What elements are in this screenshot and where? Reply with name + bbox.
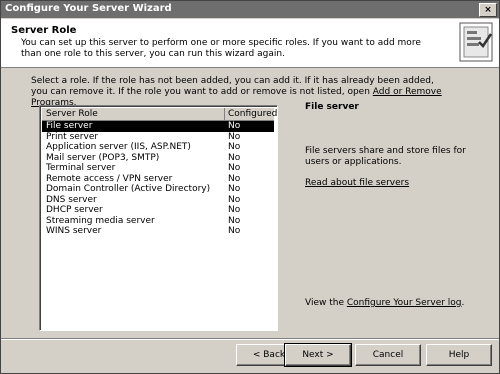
list-item[interactable]: DNS server No — [42, 195, 274, 206]
title-bar: Configure Your Server Wizard × — [1, 1, 499, 18]
role-configured-status: No — [228, 173, 241, 184]
close-icon: × — [484, 5, 492, 15]
role-configured-status: No — [228, 215, 241, 226]
list-item[interactable]: File server No — [42, 121, 274, 132]
list-item[interactable]: Application server (IIS, ASP.NET) No — [42, 142, 274, 153]
log-text: View the Configure Your Server log. — [305, 298, 465, 308]
list-item[interactable]: Print server No — [42, 132, 274, 143]
read-about-link[interactable]: Read about file servers — [305, 178, 409, 188]
list-item[interactable]: Streaming media server No — [42, 216, 274, 227]
list-item[interactable]: Mail server (POP3, SMTP) No — [42, 153, 274, 164]
server-role-list[interactable]: Server Role Configured File server No Prin… — [39, 105, 278, 331]
page-title: Server Role — [11, 25, 77, 36]
wizard-server-icon — [459, 22, 493, 62]
footer-divider — [1, 338, 499, 340]
selected-role-title: File server — [305, 102, 359, 112]
role-name: WINS server — [46, 226, 102, 236]
column-header-role[interactable]: Server Role — [46, 108, 98, 120]
server-log-link[interactable]: Configure Your Server log — [347, 298, 462, 308]
window-title: Configure Your Server Wizard — [5, 3, 172, 14]
help-button[interactable]: Help — [426, 344, 492, 366]
role-name: Mail server (POP3, SMTP) — [46, 152, 160, 163]
role-configured-status: No — [228, 142, 241, 152]
next-button[interactable]: Next > — [284, 343, 352, 367]
wizard-body: Select a role. If the role has not been … — [1, 68, 499, 336]
role-name: Print server — [46, 131, 99, 142]
role-configured-status: No — [228, 184, 241, 194]
cancel-button[interactable]: Cancel — [355, 344, 421, 366]
wizard-window: Configure Your Server Wizard × Server Ro… — [0, 0, 500, 374]
selected-role-description: File servers share and store files for u… — [305, 146, 466, 167]
role-configured-status: No — [228, 131, 241, 142]
role-name: DHCP server — [46, 205, 103, 215]
list-item[interactable]: Terminal server No — [42, 163, 274, 174]
close-button[interactable]: × — [479, 3, 497, 17]
role-name: DNS server — [46, 194, 97, 205]
list-header: Server Role Configured — [42, 108, 277, 121]
role-name: File server — [46, 121, 93, 131]
role-configured-status: No — [228, 205, 241, 215]
list-item[interactable]: WINS server No — [42, 226, 274, 237]
column-header-configured[interactable]: Configured — [228, 108, 277, 120]
role-configured-status: No — [228, 152, 241, 163]
role-name: Domain Controller (Active Directory) — [46, 184, 211, 194]
role-name: Remote access / VPN server — [46, 173, 173, 184]
role-name: Application server (IIS, ASP.NET) — [46, 142, 191, 152]
list-item[interactable]: DHCP server No — [42, 205, 274, 216]
list-rows: File server No Print server No Application s… — [42, 121, 274, 237]
page-subtitle: You can set up this server to perform on… — [21, 38, 421, 59]
list-item[interactable]: Remote access / VPN server No — [42, 174, 274, 185]
wizard-header: Server Role You can set up this server t… — [1, 19, 499, 68]
role-configured-status: No — [228, 226, 241, 236]
list-item[interactable]: Domain Controller (Active Directory) No — [42, 184, 274, 195]
role-configured-status: No — [228, 121, 241, 131]
role-name: Streaming media server — [46, 215, 155, 226]
role-configured-status: No — [228, 194, 241, 205]
role-configured-status: No — [228, 163, 241, 173]
role-name: Terminal server — [46, 163, 116, 173]
